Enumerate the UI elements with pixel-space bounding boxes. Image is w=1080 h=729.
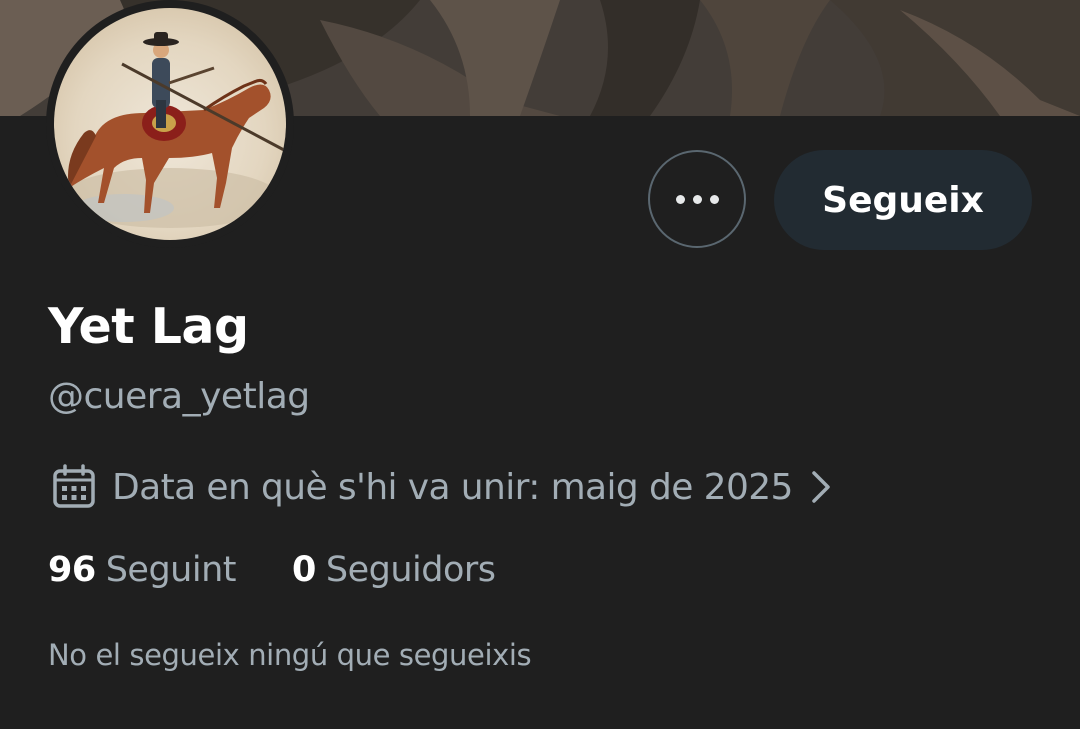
followers-label: Seguidors bbox=[325, 550, 496, 590]
joined-date-text: Data en què s'hi va unir: maig de 2025 bbox=[112, 466, 793, 508]
avatar[interactable] bbox=[46, 0, 294, 248]
chevron-right-icon bbox=[812, 471, 830, 503]
avatar-image bbox=[54, 8, 286, 240]
more-horizontal-icon bbox=[672, 194, 723, 204]
following-link[interactable]: 96 Seguint bbox=[48, 550, 237, 590]
display-name: Yet Lag bbox=[48, 298, 249, 355]
more-options-button[interactable] bbox=[648, 150, 746, 248]
following-count: 96 bbox=[48, 550, 96, 590]
calendar-icon bbox=[53, 464, 95, 508]
username-handle: @cuera_yetlag bbox=[48, 376, 310, 417]
followers-link[interactable]: 0 Seguidors bbox=[292, 550, 496, 590]
joined-date-link[interactable]: Data en què s'hi va unir: maig de 2025 bbox=[50, 462, 835, 512]
followers-count: 0 bbox=[292, 550, 316, 590]
following-label: Seguint bbox=[105, 550, 237, 590]
profile-stats: 96 Seguint 0 Seguidors bbox=[48, 550, 496, 590]
followers-you-know-text: No el segueix ningú que segueixis bbox=[48, 638, 532, 672]
follow-button[interactable]: Segueix bbox=[774, 150, 1032, 250]
profile-page: Segueix Yet Lag @cuera_yetlag Data en qu… bbox=[0, 0, 1080, 729]
